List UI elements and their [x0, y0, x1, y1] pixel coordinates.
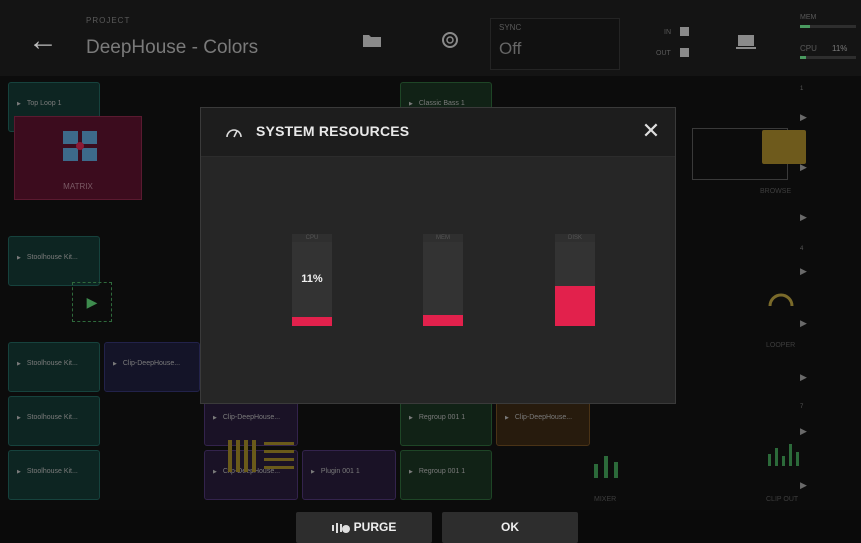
- cpu-value: 11%: [832, 44, 848, 53]
- scene-launch-arrow-icon[interactable]: ▶: [800, 372, 807, 383]
- matrix-tile[interactable]: MATRIX: [14, 116, 142, 200]
- meter-label: MEM: [423, 234, 463, 242]
- top-bar: ← PROJECT DeepHouse - Colors SYNC Off IN…: [0, 0, 861, 76]
- scene-launch-arrow-icon[interactable]: ▶: [800, 318, 807, 329]
- sync-caption: SYNC: [499, 23, 522, 32]
- clip-pad[interactable]: Regroup 001 1: [400, 450, 492, 500]
- scene-launch-arrow-icon[interactable]: ▶: [800, 212, 807, 223]
- meter-track: [555, 242, 595, 326]
- browser-label: BROWSE: [760, 188, 792, 195]
- system-resources-dialog: SYSTEM RESOURCES ✕ CPU 11% MEM DISK: [200, 107, 676, 404]
- scene-launch-column: 1 ▶ ▶ ▶ 4 ▶ ▶ ▶ 7 ▶ ▶: [800, 86, 807, 491]
- sync-value: Off: [499, 39, 522, 58]
- laptop-icon[interactable]: [734, 30, 758, 54]
- matrix-icon: [63, 131, 97, 161]
- back-arrow-icon[interactable]: ←: [28, 26, 58, 56]
- gear-icon[interactable]: [438, 28, 462, 52]
- clip-pad[interactable]: Clip-DeepHouse...: [104, 342, 200, 392]
- dialog-header: SYSTEM RESOURCES ✕: [201, 108, 675, 157]
- project-caption: PROJECT: [86, 16, 131, 25]
- cpu-resource-meter: CPU 11%: [292, 234, 332, 326]
- folder-icon[interactable]: [360, 28, 384, 52]
- output-indicator: [680, 48, 689, 57]
- mixer-icon: [594, 456, 618, 478]
- scene-launch-arrow-icon[interactable]: ▶: [800, 162, 807, 173]
- output-label: OUT: [656, 50, 671, 57]
- clip-pad[interactable]: Stoolhouse Kit...: [8, 342, 100, 392]
- scene-launch-arrow-icon[interactable]: ▶: [800, 112, 807, 123]
- play-icon[interactable]: ▶: [72, 282, 112, 322]
- mem-caption: MEM: [800, 14, 817, 21]
- scene-launch-arrow-icon[interactable]: ▶: [800, 266, 807, 277]
- mem-meter: [800, 25, 856, 28]
- scene-launch-arrow-icon[interactable]: ▶: [800, 480, 807, 491]
- meter-label: DISK: [555, 234, 595, 242]
- clip-pad[interactable]: Stoolhouse Kit...: [8, 396, 100, 446]
- looper-icon[interactable]: [764, 288, 798, 312]
- looper-label: LOOPER: [766, 342, 796, 349]
- meter-value: 11%: [301, 273, 323, 285]
- dialog-title: SYSTEM RESOURCES: [256, 123, 410, 139]
- matrix-label: MATRIX: [63, 182, 93, 191]
- purge-button[interactable]: PURGE: [296, 512, 432, 543]
- purge-label: PURGE: [353, 520, 397, 534]
- sync-selector[interactable]: SYNC Off: [490, 18, 620, 70]
- meter-label: CPU: [292, 234, 332, 242]
- ok-button[interactable]: OK: [442, 512, 578, 543]
- meter-fill: [423, 315, 463, 326]
- step-sequencer-icon: [228, 440, 294, 472]
- close-icon[interactable]: ✕: [641, 120, 661, 142]
- cpu-meter: [800, 56, 856, 59]
- input-indicator: [680, 27, 689, 36]
- meter-fill: [292, 316, 332, 326]
- scene-launch-arrow-icon[interactable]: ▶: [800, 426, 807, 437]
- clip-pad[interactable]: Plugin 001 1: [302, 450, 396, 500]
- meter-track: [423, 242, 463, 326]
- purge-icon: [331, 522, 350, 533]
- input-label: IN: [664, 29, 671, 36]
- memory-resource-meter: MEM: [423, 234, 463, 326]
- clip-pad[interactable]: Stoolhouse Kit...: [8, 236, 100, 286]
- meter-fill: [555, 285, 595, 326]
- mixer-label: MIXER: [594, 496, 617, 503]
- project-name[interactable]: DeepHouse - Colors: [86, 37, 258, 59]
- cpu-label: CPU: [800, 44, 817, 53]
- disk-resource-meter: DISK: [555, 234, 595, 326]
- gauge-icon: [226, 129, 242, 138]
- clip-pad[interactable]: Stoolhouse Kit...: [8, 450, 100, 500]
